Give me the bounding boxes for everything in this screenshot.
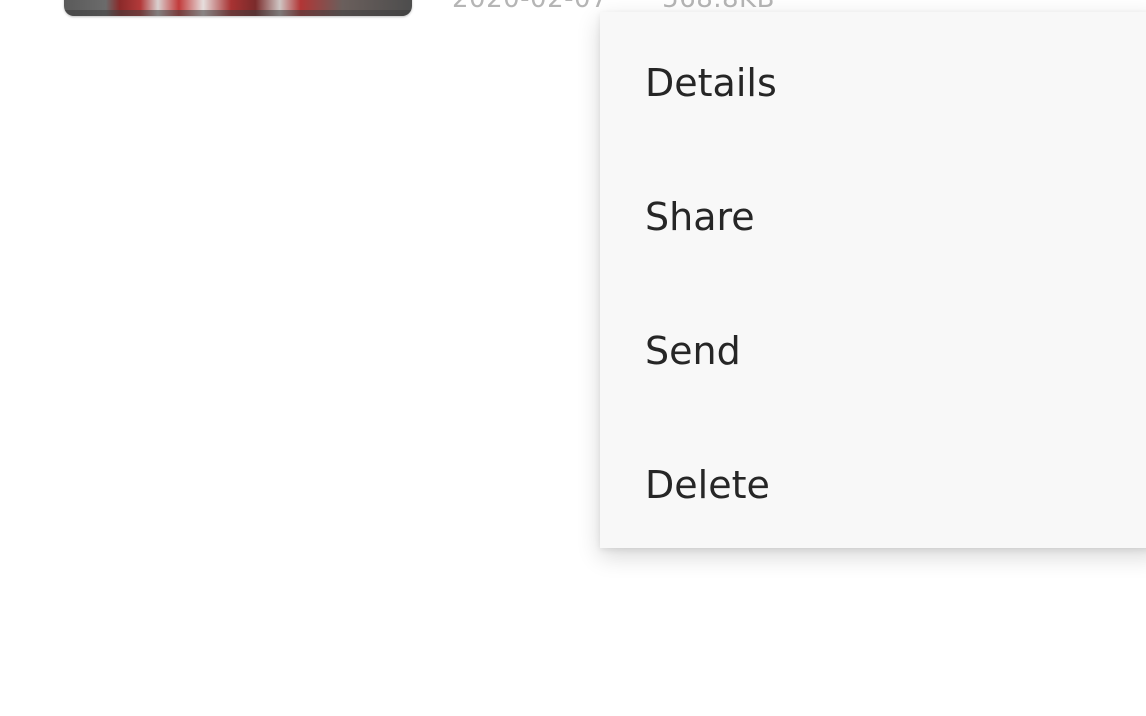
- menu-item-label: Share: [645, 195, 755, 239]
- menu-item-send[interactable]: Send: [600, 284, 1146, 418]
- menu-item-delete[interactable]: Delete: [600, 418, 1146, 552]
- file-thumbnail[interactable]: [64, 0, 412, 16]
- menu-item-share[interactable]: Share: [600, 150, 1146, 284]
- menu-item-label: Delete: [645, 463, 770, 507]
- context-menu: Details Share Send Delete: [600, 12, 1146, 548]
- file-date: 2020-02-07: [452, 0, 608, 14]
- menu-item-details[interactable]: Details: [600, 16, 1146, 150]
- menu-item-label: Details: [645, 61, 777, 105]
- screen: 2020-02-07568.8KB Details Share Send Del…: [0, 0, 1146, 716]
- menu-item-label: Send: [645, 329, 741, 373]
